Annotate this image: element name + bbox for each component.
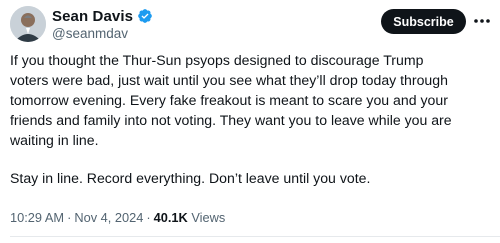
verified-badge-icon [138, 9, 152, 23]
meta-separator: · [67, 210, 72, 225]
tweet-text: If you thought the Thur-Sun psyops desig… [10, 50, 494, 188]
tweet-paragraph: Stay in line. Record everything. Don’t l… [10, 170, 371, 186]
tweet-date[interactable]: Nov 4, 2024 [74, 210, 143, 225]
divider [10, 236, 500, 237]
more-dots-icon [474, 19, 490, 23]
tweet-paragraph: If you thought the Thur-Sun psyops desig… [10, 52, 452, 148]
meta-separator: · [146, 210, 151, 225]
author-info: Sean Davis @seanmdav [52, 7, 153, 41]
author-avatar[interactable] [10, 6, 46, 42]
tweet-time[interactable]: 10:29 AM [10, 210, 64, 225]
views-count: 40.1K [153, 210, 188, 225]
tweet-meta: 10:29 AM · Nov 4, 2024 · 40.1K Views [10, 210, 225, 225]
subscribe-button[interactable]: Subscribe [381, 9, 466, 34]
author-display-name[interactable]: Sean Davis [52, 8, 133, 25]
author-name-row: Sean Davis [52, 7, 153, 25]
author-handle[interactable]: @seanmdav [52, 26, 153, 41]
views-label: Views [191, 210, 226, 225]
more-icon[interactable] [472, 12, 492, 30]
person-avatar-icon [10, 6, 46, 42]
tweet-card: Sean Davis @seanmdav Subscribe If you th… [0, 0, 500, 243]
